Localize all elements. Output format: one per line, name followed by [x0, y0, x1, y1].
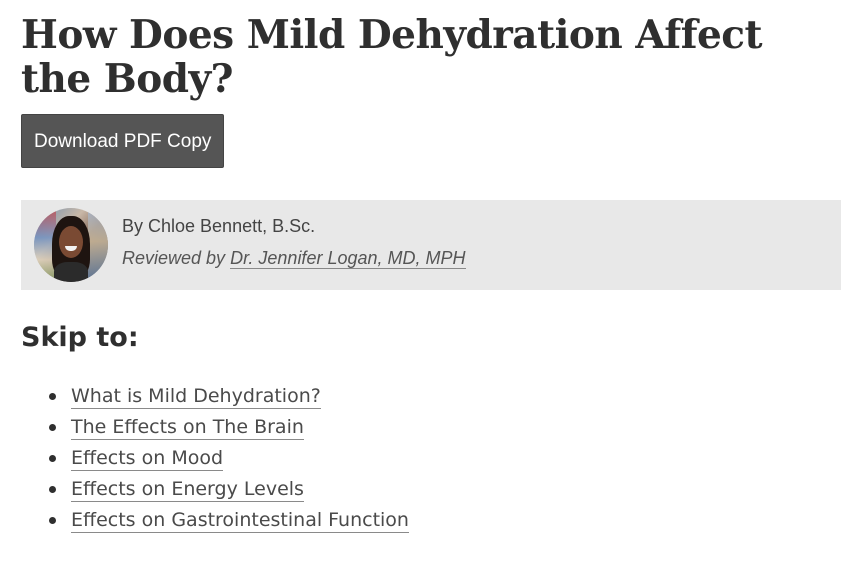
skip-link-what-is-mild-dehydration[interactable]: What is Mild Dehydration? [71, 385, 321, 409]
author-name: By Chloe Bennett, B.Sc. [122, 216, 316, 236]
skip-to-heading: Skip to: [21, 322, 139, 353]
reviewed-by: Reviewed by Dr. Jennifer Logan, MD, MPH [122, 248, 466, 269]
skip-link-effects-on-energy[interactable]: Effects on Energy Levels [71, 478, 304, 502]
author-byline: By Chloe Bennett, B.Sc. Reviewed by Dr. … [21, 200, 841, 290]
skip-link-effects-on-gastrointestinal[interactable]: Effects on Gastrointestinal Function [71, 509, 409, 533]
list-item: Effects on Energy Levels [49, 474, 409, 505]
page-title: How Does Mild Dehydration Affect the Bod… [21, 12, 763, 102]
bullet-icon [49, 393, 56, 400]
skip-to-list: What is Mild Dehydration? The Effects on… [21, 381, 409, 536]
list-item: The Effects on The Brain [49, 412, 409, 443]
download-pdf-button[interactable]: Download PDF Copy [21, 114, 225, 168]
bullet-icon [49, 455, 56, 462]
reviewed-by-prefix: Reviewed by [122, 248, 226, 268]
skip-link-effects-on-mood[interactable]: Effects on Mood [71, 447, 224, 471]
bullet-icon [49, 517, 56, 524]
article-header: How Does Mild Dehydration Affect the Bod… [21, 0, 841, 533]
list-item: Effects on Mood [49, 443, 409, 474]
reviewer-link[interactable]: Dr. Jennifer Logan, MD, MPH [230, 248, 466, 269]
skip-link-effects-on-brain[interactable]: The Effects on The Brain [71, 416, 304, 440]
list-item: What is Mild Dehydration? [49, 381, 409, 412]
author-avatar [34, 208, 108, 282]
bullet-icon [49, 486, 56, 493]
list-item: Effects on Gastrointestinal Function [49, 505, 409, 536]
bullet-icon [49, 424, 56, 431]
